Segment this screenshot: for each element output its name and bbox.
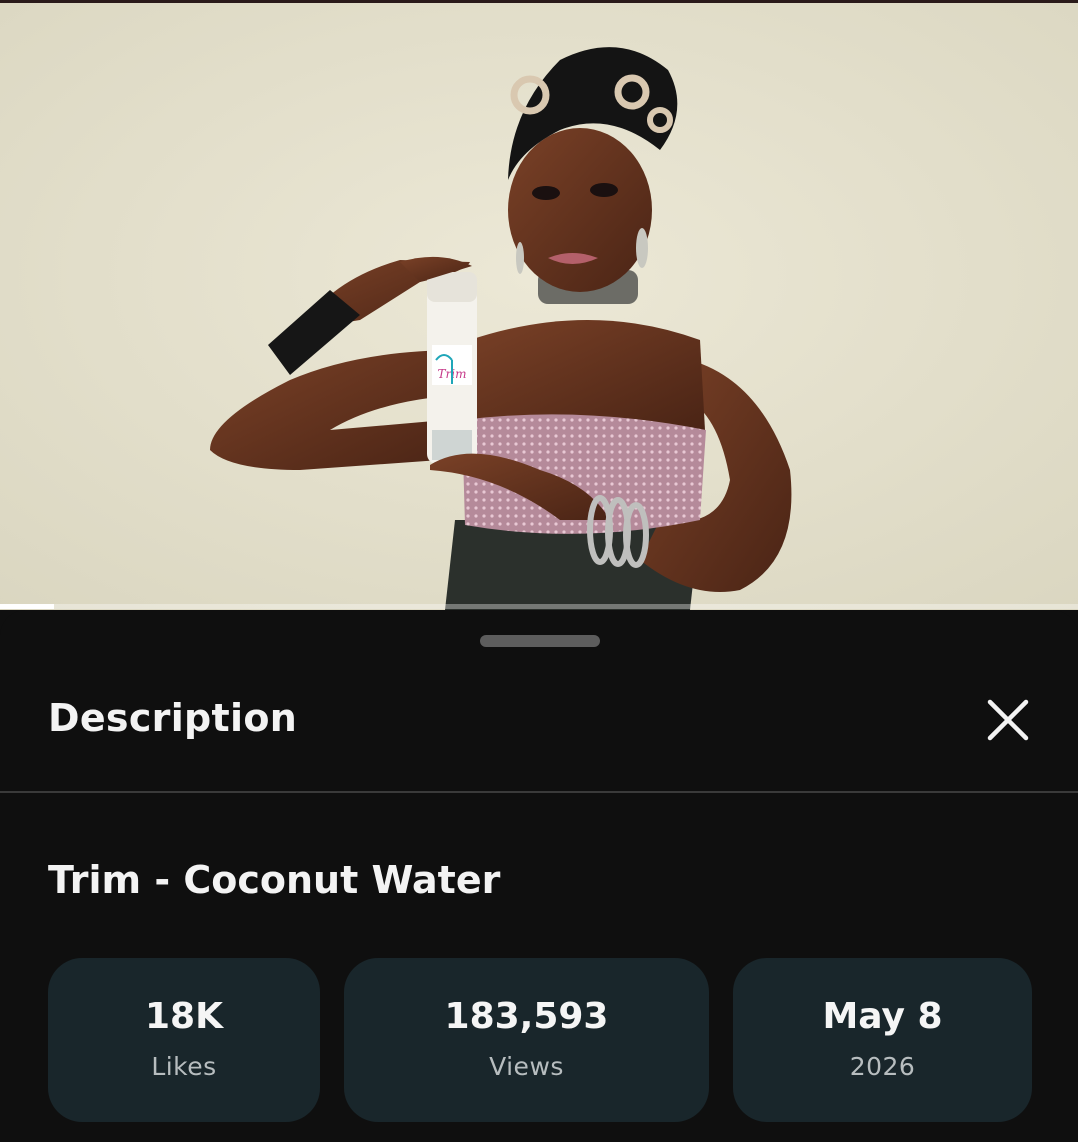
video-progress-bar[interactable]: [0, 604, 1078, 609]
video-title: Trim - Coconut Water: [48, 858, 501, 902]
description-sheet: Description Trim - Coconut Water 18K Lik…: [0, 610, 1078, 1142]
drag-handle[interactable]: [480, 635, 600, 647]
date-stat: May 8 2026: [733, 958, 1032, 1122]
video-frame: Trim: [0, 0, 1078, 610]
publish-year: 2026: [849, 1052, 916, 1081]
likes-stat: 18K Likes: [48, 958, 320, 1122]
close-button[interactable]: [978, 690, 1038, 750]
views-count: 183,593: [444, 996, 609, 1037]
video-progress-fill: [0, 604, 54, 609]
sheet-title: Description: [48, 696, 298, 740]
divider: [0, 791, 1078, 793]
views-label: Views: [489, 1052, 564, 1081]
likes-label: Likes: [151, 1052, 217, 1081]
video-player[interactable]: Trim: [0, 0, 1078, 610]
views-stat: 183,593 Views: [344, 958, 709, 1122]
publish-date: May 8: [822, 996, 943, 1037]
close-icon: [987, 699, 1029, 741]
likes-count: 18K: [145, 996, 223, 1037]
